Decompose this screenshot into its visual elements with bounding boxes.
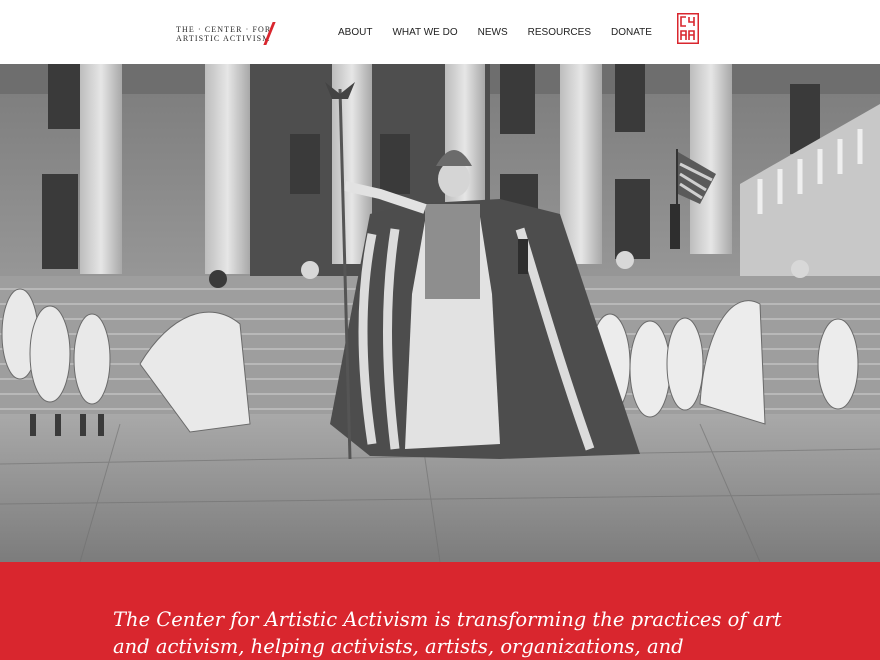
- nav-resources-link[interactable]: RESOURCES: [528, 27, 591, 39]
- historic-photo-illustration: [0, 64, 880, 562]
- nav-news-link[interactable]: NEWS: [478, 27, 508, 39]
- brand-wordmark[interactable]: THE · CENTER · FOR ARTISTIC ACTIVISM: [176, 25, 271, 43]
- site-header: THE · CENTER · FOR ARTISTIC ACTIVISM ABO…: [0, 0, 880, 64]
- c4aa-logo-icon[interactable]: [677, 13, 699, 44]
- brand-line-2: ARTISTIC ACTIVISM: [176, 34, 271, 43]
- nav-about-link[interactable]: ABOUT: [338, 27, 372, 39]
- nav-what-we-do-link[interactable]: WHAT WE DO: [392, 27, 457, 39]
- brand-line-1: THE · CENTER · FOR: [176, 25, 272, 34]
- hero-photo: [0, 64, 880, 562]
- mission-banner: The Center for Artistic Activism is tran…: [0, 562, 880, 660]
- mission-statement: The Center for Artistic Activism is tran…: [113, 608, 782, 658]
- main-nav: ABOUT WHAT WE DO NEWS RESOURCES DONATE: [338, 27, 672, 39]
- nav-donate-link[interactable]: DONATE: [611, 27, 652, 39]
- c4aa-logo-mark: [677, 13, 699, 44]
